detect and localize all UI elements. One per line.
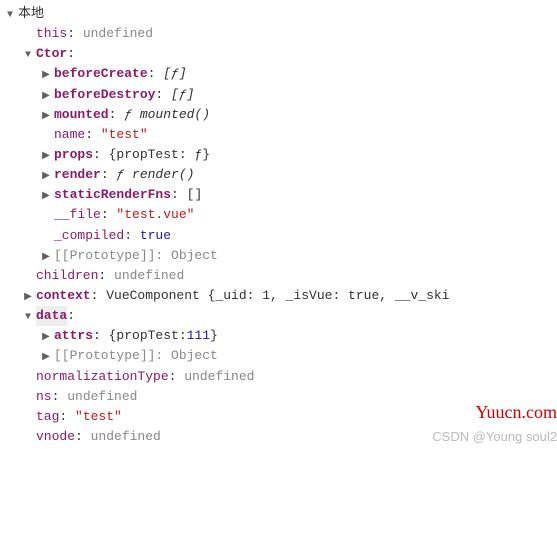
prop-value: undefined (184, 367, 254, 387)
prop-key: __file (54, 205, 101, 225)
prop-value-close: } (210, 326, 218, 346)
prop-context[interactable]: ▶ context: VueComponent {_uid: 1, _isVue… (4, 286, 557, 306)
prop-beforecreate[interactable]: ▶ beforeCreate: [ƒ] (4, 64, 557, 84)
prop-value: [ƒ] (171, 85, 194, 105)
prop-data[interactable]: ▼ data: (4, 306, 557, 326)
chevron-down-icon[interactable]: ▼ (22, 310, 34, 326)
prop-key: [[Prototype]] (54, 246, 155, 266)
prop-value: ƒ mounted() (124, 105, 210, 125)
prop-key: props (54, 145, 93, 165)
prop-value: "test.vue" (116, 205, 194, 225)
prop-key: normalizationType (36, 367, 169, 387)
prop-key: attrs (54, 326, 93, 346)
prop-ns[interactable]: ▶ ns: undefined (4, 387, 557, 407)
prop-key: staticRenderFns (54, 185, 171, 205)
chevron-down-icon[interactable]: ▼ (4, 8, 16, 24)
chevron-right-icon[interactable]: ▶ (40, 330, 52, 346)
prop-key: name (54, 125, 85, 145)
prop-ctor[interactable]: ▼ Ctor: (4, 44, 557, 64)
prop-attrs[interactable]: ▶ attrs: {propTest: 111} (4, 326, 557, 346)
prop-key: mounted (54, 105, 109, 125)
prop-normalizationtype[interactable]: ▶ normalizationType: undefined (4, 367, 557, 387)
prop-key: context (36, 286, 91, 306)
prop-value: VueComponent {_uid: 1, _isVue: true, __v… (106, 286, 449, 306)
prop-value: [ƒ] (163, 64, 186, 84)
prop-beforedestroy[interactable]: ▶ beforeDestroy: [ƒ] (4, 85, 557, 105)
prop-key: children (36, 266, 98, 286)
prop-key: tag (36, 407, 59, 427)
prop-name[interactable]: ▶ name: "test" (4, 125, 557, 145)
prop-compiled[interactable]: ▶ _compiled: true (4, 226, 557, 246)
chevron-right-icon[interactable]: ▶ (40, 189, 52, 205)
chevron-right-icon[interactable]: ▶ (40, 350, 52, 366)
prop-render[interactable]: ▶ render: ƒ render() (4, 165, 557, 185)
prop-vnode[interactable]: ▶ vnode: undefined (4, 427, 557, 447)
prop-value-num: 111 (187, 326, 210, 346)
prop-tag[interactable]: ▶ tag: "test" (4, 407, 557, 427)
prop-file[interactable]: ▶ __file: "test.vue" (4, 205, 557, 225)
chevron-right-icon[interactable]: ▶ (40, 169, 52, 185)
prop-value: Object (171, 346, 218, 366)
prop-key: beforeDestroy (54, 85, 155, 105)
prop-value: undefined (67, 387, 137, 407)
prop-key: beforeCreate (54, 64, 148, 84)
scope-row[interactable]: ▼ 本地 (4, 4, 557, 24)
prop-key: [[Prototype]] (54, 346, 155, 366)
prop-value: true (140, 226, 171, 246)
prop-staticrenderfns[interactable]: ▶ staticRenderFns: [] (4, 185, 557, 205)
chevron-right-icon[interactable]: ▶ (40, 109, 52, 125)
chevron-right-icon[interactable]: ▶ (22, 290, 34, 306)
prop-key: ns (36, 387, 52, 407)
prop-value: "test" (75, 407, 122, 427)
prop-value: undefined (83, 24, 153, 44)
prop-prototype[interactable]: ▶ [[Prototype]]: Object (4, 346, 557, 366)
prop-key: Ctor (36, 44, 67, 64)
prop-key: vnode (36, 427, 75, 447)
chevron-right-icon[interactable]: ▶ (40, 149, 52, 165)
prop-value: undefined (91, 427, 161, 447)
prop-this[interactable]: ▶ this: undefined (4, 24, 557, 44)
prop-key: this (36, 24, 67, 44)
chevron-right-icon[interactable]: ▶ (40, 68, 52, 84)
prop-value: undefined (114, 266, 184, 286)
prop-props[interactable]: ▶ props: {propTest: ƒ} (4, 145, 557, 165)
scope-label: 本地 (18, 4, 44, 24)
prop-value-open: {propTest: (109, 326, 187, 346)
prop-value: Object (171, 246, 218, 266)
chevron-right-icon[interactable]: ▶ (40, 250, 52, 266)
prop-value: {propTest: ƒ} (109, 145, 210, 165)
chevron-down-icon[interactable]: ▼ (22, 48, 34, 64)
chevron-right-icon[interactable]: ▶ (40, 89, 52, 105)
prop-prototype[interactable]: ▶ [[Prototype]]: Object (4, 246, 557, 266)
prop-key: render (54, 165, 101, 185)
prop-value: [] (187, 185, 203, 205)
prop-children[interactable]: ▶ children: undefined (4, 266, 557, 286)
prop-value: "test" (101, 125, 148, 145)
prop-key: _compiled (54, 226, 124, 246)
prop-value: ƒ render() (116, 165, 194, 185)
prop-mounted[interactable]: ▶ mounted: ƒ mounted() (4, 105, 557, 125)
prop-key: data (36, 306, 67, 326)
